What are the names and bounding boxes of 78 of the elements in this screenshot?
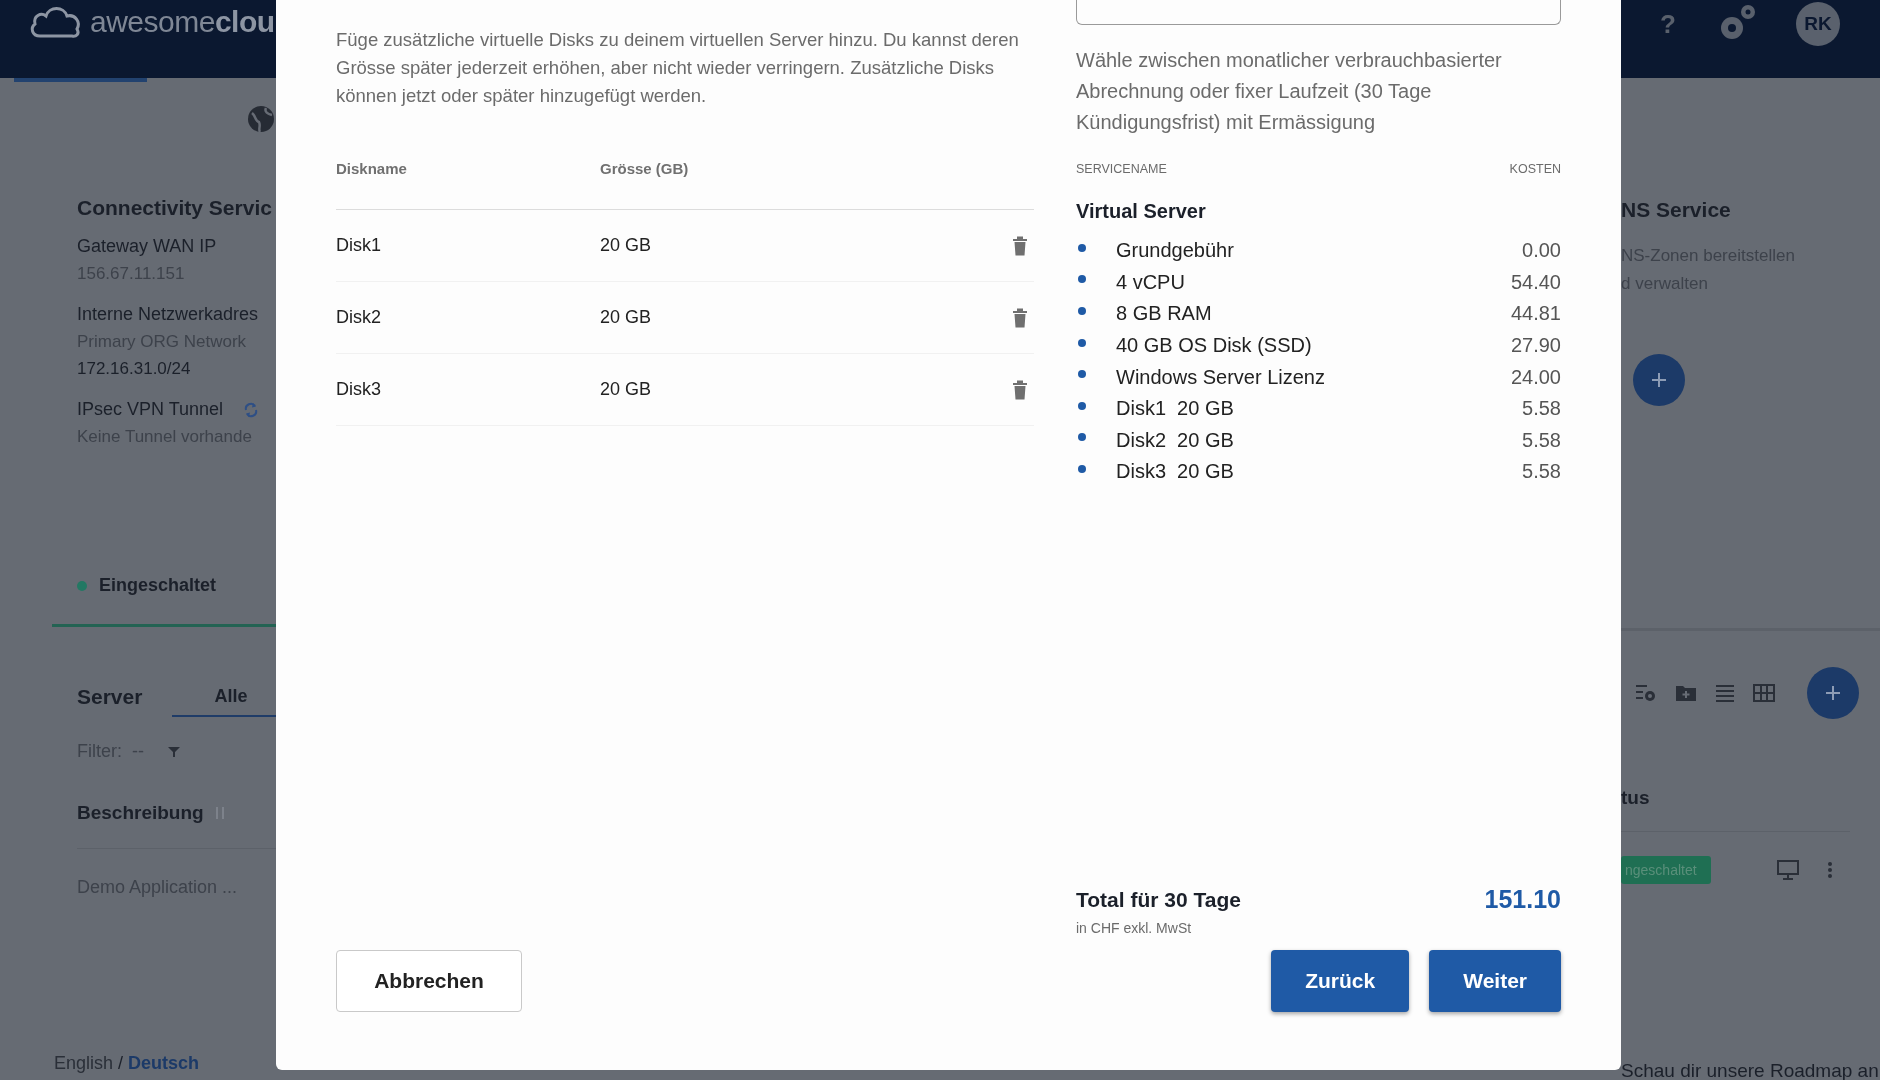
service-cost: 5.58	[1522, 428, 1561, 452]
service-name: Grundgebühr	[1116, 239, 1235, 263]
service-cost: 0.00	[1522, 239, 1561, 263]
delete-icon[interactable]	[1012, 307, 1028, 328]
filter-icon[interactable]	[168, 745, 180, 758]
field-label: Interne Netzwerkadres	[77, 304, 259, 325]
grid-icon[interactable]	[1753, 684, 1775, 702]
card-title: Server	[77, 685, 143, 710]
delete-icon[interactable]	[1012, 235, 1028, 256]
total-note: in CHF exkl. MwSt	[1076, 920, 1193, 936]
service-name: Disk1 20 GB	[1116, 397, 1235, 421]
bullet-icon	[1078, 433, 1086, 442]
billing-description: Wähle zwischen monatlicher verbrauchbasierter Abrechnung oder fixer Laufzeit (30 Tage Kündigungsfrist) mit Ermässigung	[1076, 48, 1503, 135]
table-cell: 20 GB	[600, 307, 652, 328]
next-button[interactable]: Weiter	[1429, 950, 1561, 1012]
avatar[interactable]: RK	[1796, 2, 1840, 46]
service-cost: 27.90	[1510, 334, 1561, 358]
service-name: Disk3 20 GB	[1116, 460, 1235, 484]
language-link[interactable]: English	[54, 1053, 114, 1074]
group-title: Virtual Server	[1076, 200, 1207, 223]
add-button[interactable]	[1807, 667, 1859, 719]
service-name: Windows Server Lizenz	[1116, 365, 1326, 389]
field-label: Gateway WAN IP	[77, 236, 217, 257]
status-label: Eingeschaltet	[99, 575, 217, 596]
separator-text: /	[118, 1053, 124, 1074]
column-header[interactable]: tus	[1621, 787, 1650, 808]
status-badge: ngeschaltet	[1621, 856, 1711, 884]
table-cell-text: Disk2	[336, 307, 382, 328]
service-cost: 5.58	[1522, 397, 1561, 421]
service-name: 40 GB OS Disk (SSD)	[1116, 334, 1313, 358]
bullet-icon	[1078, 370, 1086, 379]
select-field[interactable]	[1076, 0, 1561, 25]
bullet-icon	[1078, 464, 1086, 473]
folder-plus-icon[interactable]	[1675, 683, 1697, 703]
card-title: NS Service	[1621, 198, 1732, 222]
filter-value: --	[132, 741, 144, 762]
card-title: Connectivity Servic	[77, 196, 273, 220]
globe-icon	[246, 104, 276, 134]
bullet-icon	[1078, 243, 1086, 252]
column-header[interactable]: Beschreibung	[77, 802, 204, 824]
bullet-icon	[1078, 275, 1086, 284]
table-cell-text: Disk1	[336, 235, 382, 256]
bullet-icon	[1078, 401, 1086, 410]
field-value: 172.16.31.0/24	[77, 359, 192, 379]
table-cell: 20 GB	[600, 235, 652, 256]
logo-text: awesomeclou	[90, 5, 275, 39]
table-cell: 20 GB	[600, 379, 652, 400]
total-amount: 151.10	[1484, 885, 1561, 914]
dialog-description: Füge zusätzliche virtuelle Disks zu deinem virtuellen Server hinzu. Du kannst deren Grösse später jederzeit erhöhen, aber nicht wieder verringern. Zusätzliche Disks können jetzt oder später hinzugefügt werden.	[336, 28, 1020, 108]
service-name: 4 vCPU	[1116, 270, 1186, 294]
column-header: KOSTEN	[1509, 162, 1561, 176]
back-button[interactable]: Zurück	[1271, 950, 1410, 1012]
bullet-icon	[1078, 307, 1086, 315]
field-label: IPsec VPN Tunnel	[77, 399, 224, 420]
column-header: SERVICENAME	[1076, 162, 1167, 176]
add-button[interactable]	[1633, 354, 1685, 406]
service-name: Disk2 20 GB	[1116, 428, 1235, 452]
column-header: Diskname	[336, 160, 408, 177]
list-settings-icon[interactable]	[1635, 683, 1657, 703]
cancel-button[interactable]: Abbrechen	[336, 950, 522, 1012]
service-name: 8 GB RAM	[1116, 302, 1213, 326]
status-dot	[77, 580, 87, 591]
delete-icon[interactable]	[1012, 379, 1028, 400]
table-cell-text: Disk3	[336, 379, 382, 400]
more-icon[interactable]	[1826, 861, 1833, 879]
language-link[interactable]: Deutsch	[128, 1053, 200, 1074]
monitor-icon[interactable]	[1776, 860, 1799, 880]
column-header: Grösse (GB)	[600, 160, 689, 177]
refresh-icon	[243, 401, 260, 418]
bullet-icon	[1078, 338, 1086, 347]
list-icon[interactable]	[1715, 684, 1735, 702]
service-cost: 24.00	[1510, 365, 1561, 389]
service-cost: 5.58	[1522, 460, 1561, 484]
total-label: Total für 30 Tage	[1076, 887, 1241, 912]
service-cost: 44.81	[1510, 302, 1561, 326]
service-cost: 54.40	[1510, 270, 1561, 294]
help-button[interactable]: ?	[1660, 8, 1676, 40]
sort-icon[interactable]	[213, 805, 226, 821]
